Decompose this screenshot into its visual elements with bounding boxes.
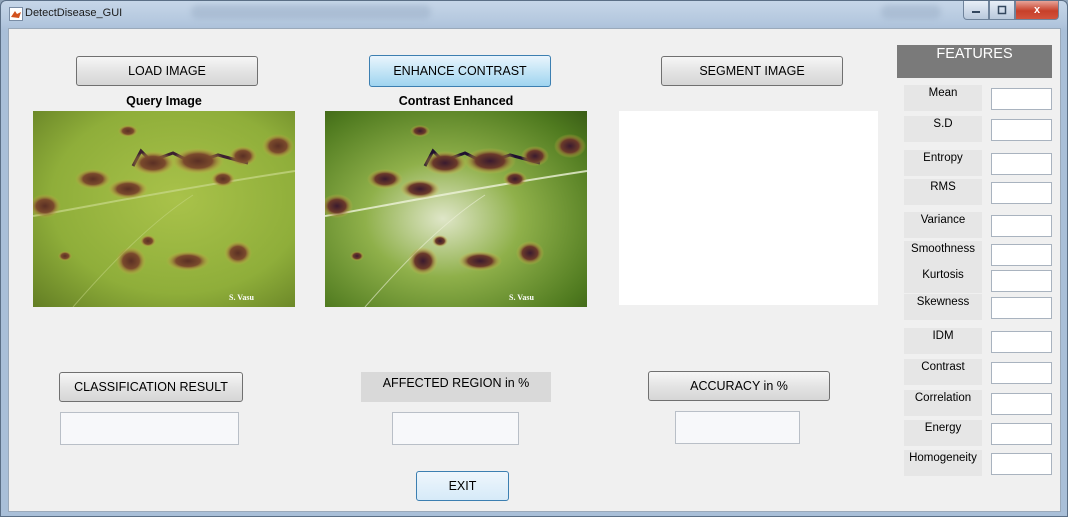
variance-field[interactable] [991,215,1052,237]
watermark-text: S. Vasu [509,293,534,302]
energy-field[interactable] [991,423,1052,445]
rms-field[interactable] [991,182,1052,204]
correlation-field[interactable] [991,393,1052,415]
enhanced-image: S. Vasu [325,111,587,307]
feature-label: Kurtosis [904,267,982,293]
accuracy-button[interactable]: ACCURACY in % [648,371,830,401]
segment-image-button[interactable]: SEGMENT IMAGE [661,56,843,86]
feature-label: Contrast [904,359,982,385]
feature-row-homogeneity: Homogeneity [904,450,1060,478]
query-image-caption: Query Image [126,94,202,108]
kurtosis-field[interactable] [991,270,1052,292]
feature-row-correlation: Correlation [904,390,1060,418]
sd-field[interactable] [991,119,1052,141]
idm-field[interactable] [991,331,1052,353]
feature-label: Mean [904,85,982,111]
feature-row-skewness: Skewness [904,294,1060,322]
smoothness-field[interactable] [991,244,1052,266]
affected-region-field [392,412,519,445]
homogeneity-field[interactable] [991,453,1052,475]
close-button[interactable]: x [1015,1,1059,20]
window-controls: x [963,1,1059,20]
load-image-button[interactable]: LOAD IMAGE [76,56,258,86]
segmented-image-axes [619,111,878,305]
affected-region-label: AFFECTED REGION in % [361,372,551,402]
title-bar-blur [881,5,941,19]
window-title: DetectDisease_GUI [25,7,123,19]
feature-row-variance: Variance [904,212,1060,240]
title-bar-blur [191,5,431,19]
feature-label: S.D [904,116,982,142]
accuracy-field [675,411,800,444]
feature-row-kurtosis: Kurtosis [904,267,1060,295]
enhance-contrast-button[interactable]: ENHANCE CONTRAST [369,55,551,87]
contrast-field[interactable] [991,362,1052,384]
feature-row-energy: Energy [904,420,1060,448]
classification-result-button[interactable]: CLASSIFICATION RESULT [59,372,243,402]
entropy-field[interactable] [991,153,1052,175]
feature-row-rms: RMS [904,179,1060,207]
minimize-button[interactable] [963,1,989,20]
matlab-app-icon [9,7,23,21]
title-bar[interactable]: DetectDisease_GUI x [1,1,1067,27]
exit-button[interactable]: EXIT [416,471,509,501]
feature-row-mean: Mean [904,85,1060,113]
feature-label: Homogeneity [904,450,982,476]
mean-field[interactable] [991,88,1052,110]
feature-label: Correlation [904,390,982,416]
feature-label: RMS [904,179,982,205]
watermark-text: S. Vasu [229,293,254,302]
feature-row-smoothness: Smoothness [904,241,1060,269]
feature-label: Entropy [904,150,982,176]
figure-panel: LOAD IMAGE ENHANCE CONTRAST SEGMENT IMAG… [8,28,1061,512]
feature-row-sd: S.D [904,116,1060,144]
skewness-field[interactable] [991,297,1052,319]
feature-row-idm: IDM [904,328,1060,356]
query-image: S. Vasu [33,111,295,307]
feature-row-contrast: Contrast [904,359,1060,387]
feature-label: Variance [904,212,982,238]
feature-label: Skewness [904,294,982,320]
feature-row-entropy: Entropy [904,150,1060,178]
maximize-button[interactable] [989,1,1015,20]
feature-label: Smoothness [904,241,982,267]
feature-label: Energy [904,420,982,446]
enhanced-image-caption: Contrast Enhanced [398,94,514,108]
feature-label: IDM [904,328,982,354]
features-header: FEATURES [897,45,1052,78]
classification-result-field [60,412,239,445]
close-icon: x [1033,4,1041,16]
app-window: DetectDisease_GUI x LOAD IMAGE ENHANCE C… [0,0,1068,517]
